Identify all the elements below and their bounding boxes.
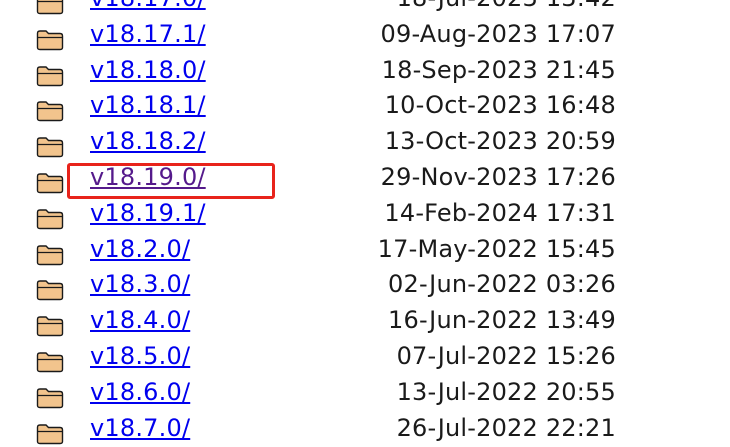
modified-date: 13-Jul-2022 20:55 (396, 377, 616, 406)
modified-date: 26-Jul-2022 22:21 (396, 413, 616, 442)
directory-link[interactable]: v18.19.0/ (90, 163, 206, 191)
folder-icon (36, 387, 64, 409)
directory-link[interactable]: v18.3.0/ (90, 270, 190, 298)
modified-date: 17-May-2022 15:45 (377, 234, 616, 263)
directory-link[interactable]: v18.19.1/ (90, 199, 206, 227)
listing-row: v18.5.0/ 07-Jul-2022 15:26 (0, 340, 730, 376)
folder-icon (36, 315, 64, 337)
folder-icon (36, 136, 64, 158)
folder-icon (36, 279, 64, 301)
listing-row: v18.17.0/ 18-Jul-2023 13:42 (0, 0, 730, 18)
listing-row: v18.4.0/ 16-Jun-2022 13:49 (0, 304, 730, 340)
directory-link[interactable]: v18.17.1/ (90, 20, 206, 48)
listing-row: v18.3.0/ 02-Jun-2022 03:26 (0, 268, 730, 304)
listing-row: v18.18.2/ 13-Oct-2023 20:59 (0, 125, 730, 161)
listing-row: v18.19.1/ 14-Feb-2024 17:31 (0, 197, 730, 233)
folder-icon (36, 0, 64, 15)
modified-date: 09-Aug-2023 17:07 (380, 19, 616, 48)
directory-link[interactable]: v18.18.2/ (90, 127, 206, 155)
listing-row: v18.19.0/ 29-Nov-2023 17:26 (0, 161, 730, 197)
modified-date: 07-Jul-2022 15:26 (396, 341, 616, 370)
directory-link[interactable]: v18.5.0/ (90, 342, 190, 370)
modified-date: 18-Jul-2023 13:42 (397, 0, 616, 12)
directory-link[interactable]: v18.18.1/ (90, 91, 206, 119)
directory-link[interactable]: v18.7.0/ (90, 414, 190, 442)
folder-icon (36, 423, 64, 445)
listing-row: v18.6.0/ 13-Jul-2022 20:55 (0, 376, 730, 412)
folder-icon (36, 351, 64, 373)
modified-date: 10-Oct-2023 16:48 (384, 91, 616, 120)
folder-icon (36, 100, 64, 122)
modified-date: 14-Feb-2024 17:31 (384, 198, 616, 227)
listing-row: v18.7.0/ 26-Jul-2022 22:21 (0, 412, 730, 447)
listing-row: v18.18.1/ 10-Oct-2023 16:48 (0, 89, 730, 125)
directory-link[interactable]: v18.4.0/ (90, 306, 190, 334)
folder-icon (36, 244, 64, 266)
directory-link[interactable]: v18.18.0/ (90, 56, 206, 84)
folder-icon (36, 29, 64, 51)
listing-row: v18.2.0/ 17-May-2022 15:45 (0, 233, 730, 269)
listing-row: v18.17.1/ 09-Aug-2023 17:07 (0, 18, 730, 54)
folder-icon (36, 65, 64, 87)
folder-icon (36, 172, 64, 194)
directory-link[interactable]: v18.17.0/ (90, 0, 206, 12)
listing-row: v18.18.0/ 18-Sep-2023 21:45 (0, 54, 730, 90)
modified-date: 02-Jun-2022 03:26 (388, 270, 616, 299)
modified-date: 13-Oct-2023 20:59 (384, 127, 616, 156)
directory-link[interactable]: v18.6.0/ (90, 378, 190, 406)
directory-link[interactable]: v18.2.0/ (90, 235, 190, 263)
modified-date: 29-Nov-2023 17:26 (380, 162, 616, 191)
directory-listing: v18.17.0/ 18-Jul-2023 13:42 v18.17.1/ 09… (0, 0, 730, 447)
modified-date: 18-Sep-2023 21:45 (381, 55, 616, 84)
folder-icon (36, 208, 64, 230)
modified-date: 16-Jun-2022 13:49 (388, 306, 616, 335)
